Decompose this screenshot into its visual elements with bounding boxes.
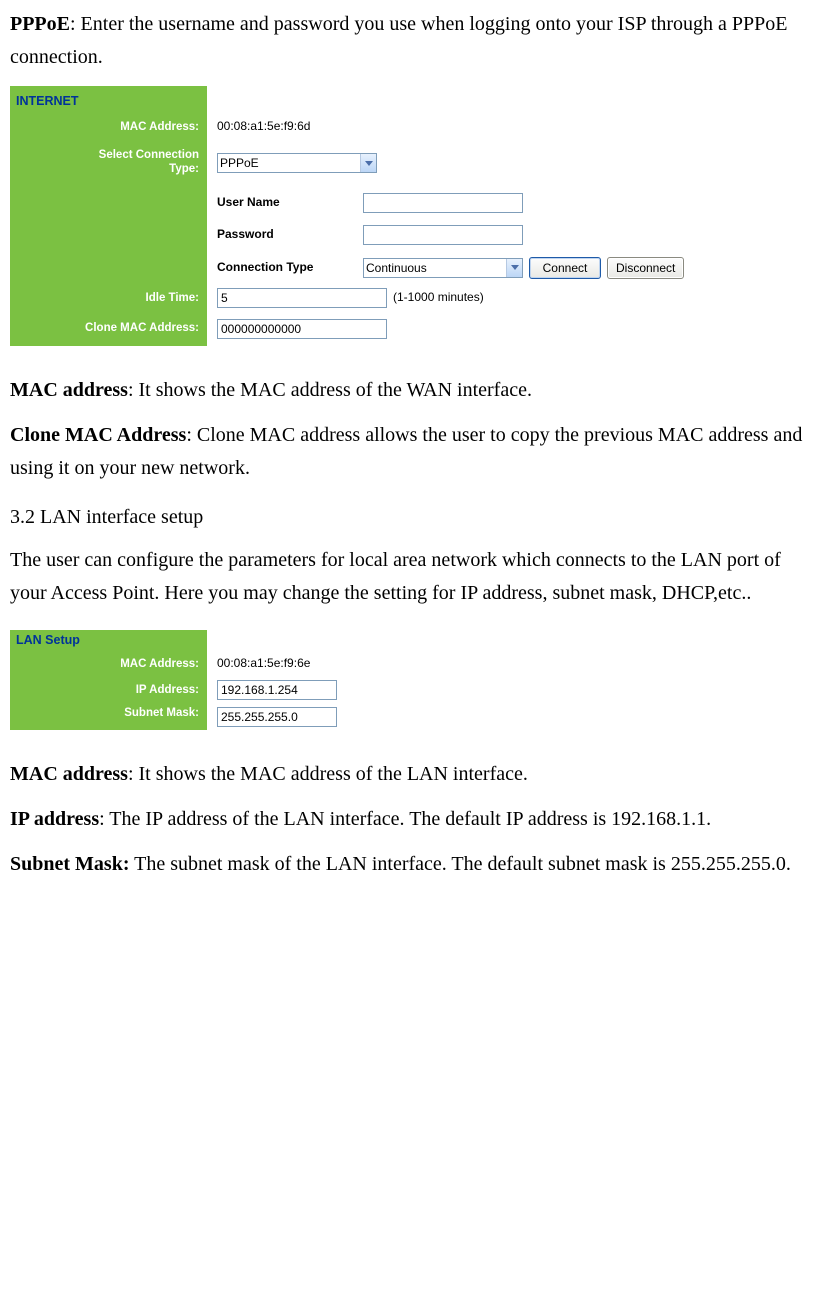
lan-panel-title: LAN Setup bbox=[10, 630, 207, 652]
blank-label-conntype bbox=[10, 249, 207, 283]
lan-panel: LAN Setup MAC Address: 00:08:a1:5e:f9:6e… bbox=[10, 630, 490, 731]
wan-mac-desc-text: : It shows the MAC address of the WAN in… bbox=[128, 379, 532, 401]
lan-desc: The user can configure the parameters fo… bbox=[10, 544, 822, 610]
clone-mac-row bbox=[207, 313, 822, 345]
select-connection-type-label-text: Select ConnectionType: bbox=[99, 148, 199, 177]
lan-subnet-row bbox=[207, 703, 490, 730]
clone-mac-input[interactable] bbox=[217, 319, 387, 339]
idle-time-hint: (1-1000 minutes) bbox=[393, 288, 484, 308]
select-connection-type-content: PPPoE bbox=[207, 142, 822, 185]
lan-mac-label: MAC Address: bbox=[10, 651, 207, 677]
clone-mac-desc: Clone MAC Address: Clone MAC address all… bbox=[10, 419, 822, 485]
connection-type-select[interactable]: PPPoE bbox=[217, 153, 377, 173]
mac-address-label: MAC Address: bbox=[10, 112, 207, 142]
heading-3-2: 3.2 LAN interface setup bbox=[10, 501, 822, 534]
idle-time-input[interactable] bbox=[217, 288, 387, 308]
lan-panel-title-spacer bbox=[207, 630, 490, 652]
username-label: User Name bbox=[217, 193, 357, 213]
lan-ip-desc-label: IP address bbox=[10, 808, 99, 830]
lan-subnet-desc-text: The subnet mask of the LAN interface. Th… bbox=[129, 853, 790, 875]
clone-mac-label: Clone MAC Address: bbox=[10, 313, 207, 345]
connection-type-row: Connection Type Continuous Connect Disco… bbox=[207, 249, 822, 283]
mac-address-value: 00:08:a1:5e:f9:6d bbox=[207, 112, 822, 142]
username-input[interactable] bbox=[363, 193, 523, 213]
lan-ip-label: IP Address: bbox=[10, 677, 207, 703]
password-input[interactable] bbox=[363, 225, 523, 245]
lan-ip-row bbox=[207, 677, 490, 703]
lan-subnet-desc: Subnet Mask: The subnet mask of the LAN … bbox=[10, 848, 822, 881]
connection-type-sublabel: Connection Type bbox=[217, 258, 357, 278]
select-connection-type-label: Select ConnectionType: bbox=[10, 142, 207, 185]
blank-label-username bbox=[10, 185, 207, 217]
wan-mac-desc: MAC address: It shows the MAC address of… bbox=[10, 374, 822, 407]
connection-type-select-wrap: PPPoE bbox=[217, 153, 377, 173]
lan-mac-desc-text: : It shows the MAC address of the LAN in… bbox=[128, 763, 528, 785]
username-row: User Name bbox=[207, 185, 822, 217]
connection-subtype-select-wrap: Continuous bbox=[363, 258, 523, 278]
password-row: Password bbox=[207, 217, 822, 249]
lan-mac-desc-label: MAC address bbox=[10, 763, 128, 785]
lan-ip-desc-text: : The IP address of the LAN interface. T… bbox=[99, 808, 711, 830]
internet-panel-title-spacer bbox=[207, 86, 822, 112]
lan-mac-value: 00:08:a1:5e:f9:6e bbox=[207, 651, 490, 677]
internet-panel: INTERNET MAC Address: 00:08:a1:5e:f9:6d … bbox=[10, 86, 822, 346]
clone-mac-desc-label: Clone MAC Address bbox=[10, 424, 186, 446]
lan-subnet-label: Subnet Mask: bbox=[10, 703, 207, 730]
connection-subtype-select[interactable]: Continuous bbox=[363, 258, 523, 278]
idle-time-label: Idle Time: bbox=[10, 283, 207, 313]
lan-subnet-desc-label: Subnet Mask: bbox=[10, 853, 129, 875]
lan-ip-input[interactable] bbox=[217, 680, 337, 700]
lan-subnet-input[interactable] bbox=[217, 707, 337, 727]
pppoe-intro-label: PPPoE bbox=[10, 13, 70, 35]
password-label: Password bbox=[217, 225, 357, 245]
blank-label-password bbox=[10, 217, 207, 249]
pppoe-intro-text: : Enter the username and password you us… bbox=[10, 13, 788, 68]
lan-ip-desc: IP address: The IP address of the LAN in… bbox=[10, 803, 822, 836]
pppoe-intro: PPPoE: Enter the username and password y… bbox=[10, 8, 822, 74]
internet-panel-title: INTERNET bbox=[10, 86, 207, 112]
connect-button[interactable]: Connect bbox=[529, 257, 601, 279]
disconnect-button[interactable]: Disconnect bbox=[607, 257, 684, 279]
lan-mac-desc: MAC address: It shows the MAC address of… bbox=[10, 758, 822, 791]
wan-mac-desc-label: MAC address bbox=[10, 379, 128, 401]
idle-time-row: (1-1000 minutes) bbox=[207, 283, 822, 313]
